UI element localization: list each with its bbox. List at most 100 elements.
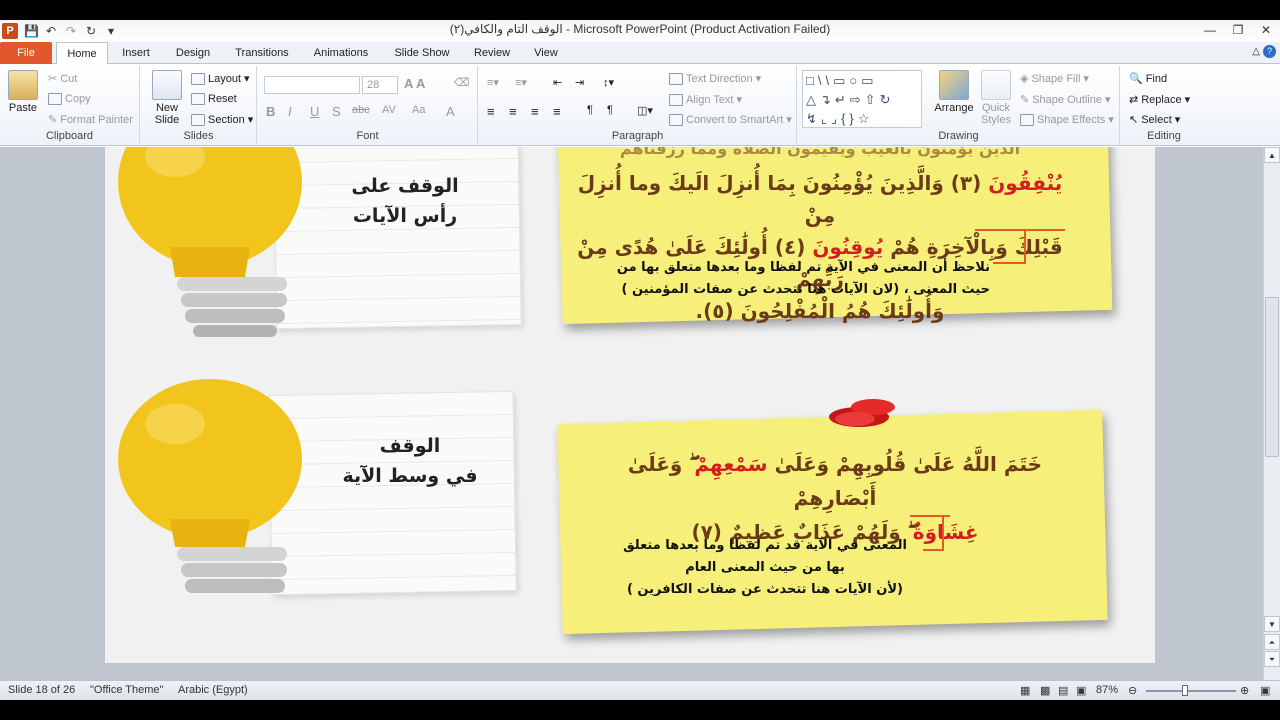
- brush-icon: ✎: [48, 114, 58, 126]
- note-1-comment-line-2: حيث المعنى ، (لان الآيات هنا تتحدث عن صف…: [621, 282, 990, 297]
- select-button[interactable]: ↖ Select ▾: [1129, 113, 1180, 127]
- fit-slide-icon[interactable]: ▣: [1260, 684, 1270, 697]
- replace-label: Replace: [1141, 93, 1182, 106]
- font-color-icon[interactable]: A: [446, 104, 455, 119]
- card-2-line-2: في وسط الآية: [342, 465, 478, 487]
- find-label: Find: [1145, 72, 1168, 85]
- section-button[interactable]: Section ▾: [191, 113, 253, 126]
- scroll-thumb[interactable]: [1265, 297, 1279, 457]
- window-controls: — ❐ ✕: [1196, 20, 1280, 40]
- theme-name[interactable]: "Office Theme": [90, 684, 163, 696]
- tab-insert[interactable]: Insert: [112, 42, 160, 64]
- pen-icon: ✎: [1020, 94, 1030, 106]
- increase-indent-icon[interactable]: ⇥: [575, 76, 584, 89]
- window-title: (٢)الوقف التام والكافي - Microsoft Power…: [449, 22, 831, 36]
- zoom-in-icon[interactable]: ⊕: [1240, 684, 1249, 697]
- shadow-icon[interactable]: S: [332, 104, 341, 119]
- tab-design[interactable]: Design: [166, 42, 220, 64]
- scroll-up-icon[interactable]: ▲: [1264, 147, 1280, 163]
- numbering-icon[interactable]: ≡▾: [515, 76, 527, 89]
- quick-styles-button[interactable]: Quick Styles: [978, 70, 1014, 126]
- bullets-icon[interactable]: ≡▾: [487, 76, 499, 89]
- rtl-icon[interactable]: ¶: [587, 104, 593, 116]
- arrange-button[interactable]: Arrange: [932, 70, 976, 114]
- copy-label: Copy: [65, 93, 91, 105]
- new-slide-button[interactable]: New Slide: [147, 70, 187, 126]
- grow-font-icon[interactable]: A A: [404, 76, 425, 91]
- zoom-slider[interactable]: [1146, 690, 1236, 692]
- layout-button[interactable]: Layout ▾: [191, 72, 250, 85]
- replace-button[interactable]: ⇄ Replace ▾: [1129, 93, 1190, 107]
- scroll-down-icon[interactable]: ▼: [1264, 616, 1280, 632]
- tab-home[interactable]: Home: [56, 42, 108, 65]
- language-indicator[interactable]: Arabic (Egypt): [178, 684, 248, 696]
- shape-effects-button[interactable]: Shape Effects ▾: [1020, 113, 1114, 126]
- editing-group: 🔍 Find ⇄ Replace ▾ ↖ Select ▾ Editing: [1121, 66, 1207, 144]
- tab-review[interactable]: Review: [466, 42, 518, 64]
- slide-canvas[interactable]: الوقف على رأس الآيات الوقف في وسط الآية …: [105, 147, 1155, 663]
- tab-slide-show[interactable]: Slide Show: [388, 42, 456, 64]
- convert-smartart-button[interactable]: Convert to SmartArt ▾: [669, 113, 792, 126]
- font-size-box[interactable]: 28: [362, 76, 398, 94]
- align-text-button[interactable]: Align Text ▾: [669, 93, 742, 106]
- align-text-icon: [669, 93, 683, 106]
- shapes-gallery[interactable]: □\\▭○▭ △↴↵⇨⇧↻ ↯⌞⌟{}☆: [802, 70, 922, 128]
- format-painter-button[interactable]: ✎ Format Painter: [48, 113, 133, 127]
- bold-icon[interactable]: B: [266, 104, 275, 119]
- justify-icon[interactable]: ≡: [553, 104, 561, 119]
- collapse-ribbon-icon[interactable]: △: [1252, 46, 1260, 57]
- change-case-icon[interactable]: Aa: [412, 104, 425, 116]
- tab-animations[interactable]: Animations: [306, 42, 376, 64]
- decrease-indent-icon[interactable]: ⇤: [553, 76, 562, 89]
- cut-button[interactable]: ✂ Cut: [48, 72, 77, 86]
- tab-transitions[interactable]: Transitions: [228, 42, 296, 64]
- normal-view-icon[interactable]: ▦: [1020, 684, 1030, 697]
- strikethrough-icon[interactable]: abc: [352, 104, 370, 116]
- vertical-scrollbar[interactable]: ▲ ▼ ⏶ ⏷: [1263, 147, 1280, 680]
- reset-button[interactable]: Reset: [191, 93, 237, 105]
- next-slide-icon[interactable]: ⏷: [1264, 651, 1280, 667]
- underline-icon[interactable]: U: [310, 104, 319, 119]
- card-1-line-1: الوقف على: [351, 175, 459, 197]
- line-spacing-icon[interactable]: ↕▾: [603, 76, 614, 89]
- text-direction-button[interactable]: Text Direction ▾: [669, 72, 761, 85]
- restore-icon[interactable]: ❐: [1224, 20, 1252, 40]
- slide-sorter-icon[interactable]: ▩: [1040, 684, 1050, 697]
- align-right-icon[interactable]: ≡: [531, 104, 539, 119]
- shape-fill-button[interactable]: ◈ Shape Fill ▾: [1020, 72, 1089, 86]
- note-2-comment-line-1: المعنى في الآية قد تم لفظا وما بعدها متع…: [623, 538, 907, 553]
- section-icon: [191, 113, 205, 126]
- close-icon[interactable]: ✕: [1252, 20, 1280, 40]
- clear-formatting-icon[interactable]: ⌫: [454, 76, 470, 89]
- tab-file[interactable]: File: [0, 42, 52, 64]
- slide-show-icon[interactable]: ▣: [1076, 684, 1086, 697]
- align-left-icon[interactable]: ≡: [487, 104, 495, 119]
- help-icon[interactable]: ?: [1263, 45, 1276, 58]
- lightbulb-icon: [118, 147, 302, 337]
- tab-view[interactable]: View: [526, 42, 566, 64]
- reading-view-icon[interactable]: ▤: [1058, 684, 1068, 697]
- character-spacing-icon[interactable]: AV: [382, 104, 396, 116]
- shape-effects-label: Shape Effects: [1037, 113, 1106, 126]
- shape-outline-button[interactable]: ✎ Shape Outline ▾: [1020, 93, 1110, 107]
- align-center-icon[interactable]: ≡: [509, 104, 517, 119]
- layout-icon: [191, 72, 205, 85]
- zoom-level[interactable]: 87%: [1096, 684, 1118, 696]
- card-2-line-1: الوقف: [379, 435, 441, 457]
- italic-icon[interactable]: I: [288, 104, 292, 119]
- previous-slide-icon[interactable]: ⏶: [1264, 634, 1280, 650]
- paragraph-label: Paragraph: [611, 130, 664, 142]
- paint-bucket-icon: ◈: [1020, 73, 1029, 85]
- copy-button[interactable]: Copy: [48, 93, 91, 105]
- font-name-box[interactable]: [264, 76, 360, 94]
- zoom-slider-thumb[interactable]: [1182, 685, 1188, 696]
- minimize-icon[interactable]: —: [1196, 20, 1224, 40]
- columns-icon[interactable]: ◫▾: [637, 104, 653, 117]
- note-1-comment: نلاحظ أن المعنى في الآية تم لفظا وما بعد…: [595, 257, 990, 301]
- zoom-out-icon[interactable]: ⊖: [1128, 684, 1137, 697]
- paste-button[interactable]: Paste: [6, 70, 40, 114]
- ltr-icon[interactable]: ¶: [607, 104, 613, 116]
- note-2-highlight-samihim: سَمْعِهِمْ: [694, 452, 768, 476]
- find-button[interactable]: 🔍 Find: [1129, 72, 1168, 86]
- note-1-verse-line-0: الذين يؤمنون بالغيب ويقيمون الصلاة ومما …: [619, 147, 1021, 158]
